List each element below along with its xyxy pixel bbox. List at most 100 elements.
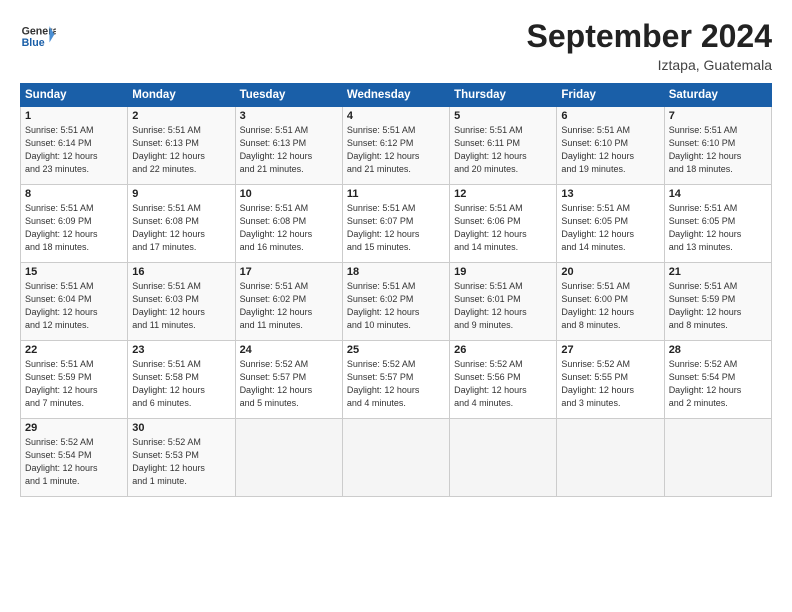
day-info: Sunrise: 5:51 AM Sunset: 6:05 PM Dayligh… (669, 202, 767, 254)
calendar-cell: 2 Sunrise: 5:51 AM Sunset: 6:13 PM Daylig… (128, 107, 235, 185)
calendar-cell: 28 Sunrise: 5:52 AM Sunset: 5:54 PM Dayli… (664, 341, 771, 419)
calendar-cell: 10Sunrise: 5:51 AM Sunset: 6:08 PM Dayli… (235, 185, 342, 263)
day-number: 14 (669, 188, 767, 200)
calendar-cell: 15 Sunrise: 5:51 AM Sunset: 6:04 PM Dayli… (21, 263, 128, 341)
title-block: September 2024 Iztapa, Guatemala (527, 18, 772, 73)
calendar-cell: 1 Sunrise: 5:51 AM Sunset: 6:14 PM Daylig… (21, 107, 128, 185)
calendar-cell: 25 Sunrise: 5:52 AM Sunset: 5:57 PM Dayli… (342, 341, 449, 419)
header: General Blue September 2024 Iztapa, Guat… (20, 18, 772, 73)
day-info: Sunrise: 5:51 AM Sunset: 6:07 PM Dayligh… (347, 202, 445, 254)
calendar-cell: 8 Sunrise: 5:51 AM Sunset: 6:09 PM Daylig… (21, 185, 128, 263)
day-info: Sunrise: 5:51 AM Sunset: 5:59 PM Dayligh… (669, 280, 767, 332)
day-number: 19 (454, 266, 552, 278)
day-info: Sunrise: 5:51 AM Sunset: 6:13 PM Dayligh… (132, 124, 230, 176)
day-number: 24 (240, 344, 338, 356)
day-number: 4 (347, 110, 445, 122)
day-number: 21 (669, 266, 767, 278)
day-number: 7 (669, 110, 767, 122)
calendar-cell: 26Sunrise: 5:52 AM Sunset: 5:56 PM Dayli… (450, 341, 557, 419)
day-info: Sunrise: 5:52 AM Sunset: 5:54 PM Dayligh… (25, 436, 123, 488)
day-info: Sunrise: 5:52 AM Sunset: 5:55 PM Dayligh… (561, 358, 659, 410)
day-number: 8 (25, 188, 123, 200)
calendar-cell: 22 Sunrise: 5:51 AM Sunset: 5:59 PM Dayli… (21, 341, 128, 419)
header-sunday: Sunday (21, 84, 128, 107)
calendar-cell: 24 Sunrise: 5:52 AM Sunset: 5:57 PM Dayli… (235, 341, 342, 419)
calendar-cell: 17 Sunrise: 5:51 AM Sunset: 6:02 PM Dayli… (235, 263, 342, 341)
day-info: Sunrise: 5:51 AM Sunset: 6:13 PM Dayligh… (240, 124, 338, 176)
day-info: Sunrise: 5:51 AM Sunset: 6:02 PM Dayligh… (240, 280, 338, 332)
calendar-cell: 23Sunrise: 5:51 AM Sunset: 5:58 PM Dayli… (128, 341, 235, 419)
day-info: Sunrise: 5:51 AM Sunset: 6:09 PM Dayligh… (25, 202, 123, 254)
calendar-cell: 6Sunrise: 5:51 AM Sunset: 6:10 PM Daylig… (557, 107, 664, 185)
day-info: Sunrise: 5:52 AM Sunset: 5:53 PM Dayligh… (132, 436, 230, 488)
calendar-cell (664, 419, 771, 497)
header-friday: Friday (557, 84, 664, 107)
calendar-cell: 21 Sunrise: 5:51 AM Sunset: 5:59 PM Dayli… (664, 263, 771, 341)
days-header-row: Sunday Monday Tuesday Wednesday Thursday… (21, 84, 772, 107)
calendar-cell: 18 Sunrise: 5:51 AM Sunset: 6:02 PM Dayli… (342, 263, 449, 341)
day-number: 20 (561, 266, 659, 278)
calendar-cell: 7 Sunrise: 5:51 AM Sunset: 6:10 PM Daylig… (664, 107, 771, 185)
page: General Blue September 2024 Iztapa, Guat… (0, 0, 792, 612)
header-thursday: Thursday (450, 84, 557, 107)
day-info: Sunrise: 5:51 AM Sunset: 6:00 PM Dayligh… (561, 280, 659, 332)
calendar-week-row: 1 Sunrise: 5:51 AM Sunset: 6:14 PM Daylig… (21, 107, 772, 185)
header-saturday: Saturday (664, 84, 771, 107)
day-info: Sunrise: 5:51 AM Sunset: 6:05 PM Dayligh… (561, 202, 659, 254)
logo: General Blue (20, 18, 56, 54)
day-info: Sunrise: 5:51 AM Sunset: 6:01 PM Dayligh… (454, 280, 552, 332)
day-info: Sunrise: 5:51 AM Sunset: 6:10 PM Dayligh… (561, 124, 659, 176)
calendar-cell: 5Sunrise: 5:51 AM Sunset: 6:11 PM Daylig… (450, 107, 557, 185)
day-number: 3 (240, 110, 338, 122)
calendar-cell: 12 Sunrise: 5:51 AM Sunset: 6:06 PM Dayli… (450, 185, 557, 263)
calendar-week-row: 22 Sunrise: 5:51 AM Sunset: 5:59 PM Dayli… (21, 341, 772, 419)
day-info: Sunrise: 5:51 AM Sunset: 6:10 PM Dayligh… (669, 124, 767, 176)
day-number: 12 (454, 188, 552, 200)
day-number: 1 (25, 110, 123, 122)
day-number: 16 (132, 266, 230, 278)
day-info: Sunrise: 5:51 AM Sunset: 6:04 PM Dayligh… (25, 280, 123, 332)
day-info: Sunrise: 5:51 AM Sunset: 6:06 PM Dayligh… (454, 202, 552, 254)
day-info: Sunrise: 5:51 AM Sunset: 6:11 PM Dayligh… (454, 124, 552, 176)
day-info: Sunrise: 5:51 AM Sunset: 6:02 PM Dayligh… (347, 280, 445, 332)
day-number: 22 (25, 344, 123, 356)
day-info: Sunrise: 5:51 AM Sunset: 6:08 PM Dayligh… (240, 202, 338, 254)
header-tuesday: Tuesday (235, 84, 342, 107)
calendar-cell: 16 Sunrise: 5:51 AM Sunset: 6:03 PM Dayli… (128, 263, 235, 341)
calendar-cell: 29Sunrise: 5:52 AM Sunset: 5:54 PM Dayli… (21, 419, 128, 497)
day-number: 25 (347, 344, 445, 356)
day-info: Sunrise: 5:51 AM Sunset: 6:12 PM Dayligh… (347, 124, 445, 176)
day-number: 27 (561, 344, 659, 356)
calendar-week-row: 29Sunrise: 5:52 AM Sunset: 5:54 PM Dayli… (21, 419, 772, 497)
header-monday: Monday (128, 84, 235, 107)
general-blue-logo-icon: General Blue (20, 18, 56, 54)
day-info: Sunrise: 5:52 AM Sunset: 5:57 PM Dayligh… (347, 358, 445, 410)
day-number: 2 (132, 110, 230, 122)
calendar-week-row: 15 Sunrise: 5:51 AM Sunset: 6:04 PM Dayli… (21, 263, 772, 341)
day-number: 23 (132, 344, 230, 356)
day-info: Sunrise: 5:52 AM Sunset: 5:57 PM Dayligh… (240, 358, 338, 410)
location: Iztapa, Guatemala (527, 57, 772, 73)
calendar-week-row: 8 Sunrise: 5:51 AM Sunset: 6:09 PM Daylig… (21, 185, 772, 263)
day-number: 18 (347, 266, 445, 278)
day-number: 17 (240, 266, 338, 278)
day-info: Sunrise: 5:51 AM Sunset: 5:59 PM Dayligh… (25, 358, 123, 410)
calendar-table: Sunday Monday Tuesday Wednesday Thursday… (20, 83, 772, 497)
calendar-cell (450, 419, 557, 497)
day-info: Sunrise: 5:51 AM Sunset: 6:14 PM Dayligh… (25, 124, 123, 176)
day-info: Sunrise: 5:51 AM Sunset: 6:03 PM Dayligh… (132, 280, 230, 332)
day-number: 11 (347, 188, 445, 200)
day-info: Sunrise: 5:51 AM Sunset: 6:08 PM Dayligh… (132, 202, 230, 254)
day-number: 13 (561, 188, 659, 200)
calendar-cell: 13 Sunrise: 5:51 AM Sunset: 6:05 PM Dayli… (557, 185, 664, 263)
calendar-cell: 30Sunrise: 5:52 AM Sunset: 5:53 PM Dayli… (128, 419, 235, 497)
calendar-cell: 20 Sunrise: 5:51 AM Sunset: 6:00 PM Dayli… (557, 263, 664, 341)
header-wednesday: Wednesday (342, 84, 449, 107)
day-number: 28 (669, 344, 767, 356)
calendar-cell (235, 419, 342, 497)
calendar-cell: 9Sunrise: 5:51 AM Sunset: 6:08 PM Daylig… (128, 185, 235, 263)
calendar-cell: 11 Sunrise: 5:51 AM Sunset: 6:07 PM Dayli… (342, 185, 449, 263)
day-info: Sunrise: 5:52 AM Sunset: 5:54 PM Dayligh… (669, 358, 767, 410)
day-number: 15 (25, 266, 123, 278)
month-title: September 2024 (527, 18, 772, 55)
